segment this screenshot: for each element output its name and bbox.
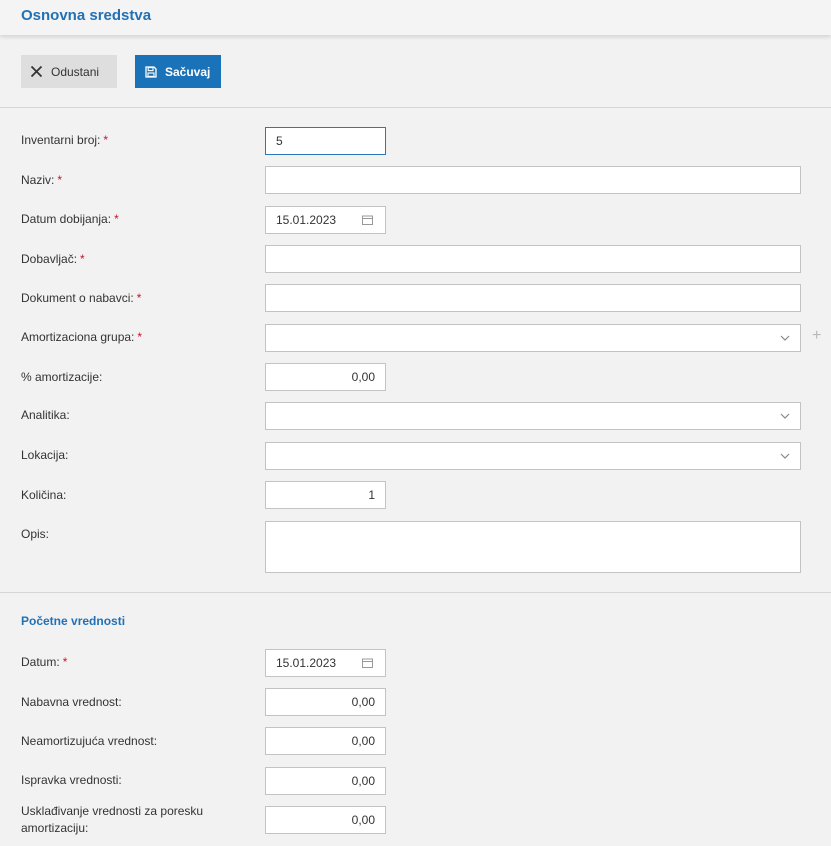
description-label: Opis: xyxy=(21,527,50,541)
name-label: Naziv: * xyxy=(21,173,63,187)
required-marker: * xyxy=(136,291,142,305)
depreciation-percent-label: % amortizacije: xyxy=(21,370,103,384)
initial-values-title: Početne vrednosti xyxy=(21,614,126,628)
non-depreciable-value-input[interactable]: 0,00 xyxy=(265,727,386,755)
name-input[interactable] xyxy=(265,166,801,194)
tax-adjustment-label: Usklađivanje vrednosti za poresku amorti… xyxy=(21,804,204,835)
initial-date-input[interactable]: 15.01.2023 xyxy=(265,649,386,677)
purchase-value-input[interactable]: 0,00 xyxy=(265,688,386,716)
description-textarea[interactable] xyxy=(265,521,801,573)
required-marker: * xyxy=(62,655,68,669)
tax-adjustment-input[interactable]: 0,00 xyxy=(265,806,386,834)
floppy-disk-icon xyxy=(145,65,157,78)
depreciation-percent-input[interactable]: 0,00 xyxy=(265,363,386,391)
calendar-icon[interactable] xyxy=(362,658,373,668)
location-label: Lokacija: xyxy=(21,448,69,462)
acquisition-date-label: Datum dobijanja: * xyxy=(21,212,119,226)
cancel-button[interactable]: Odustani xyxy=(21,55,117,88)
quantity-label: Količina: xyxy=(21,488,67,502)
supplier-label: Dobavljač: * xyxy=(21,252,85,266)
inventory-number-label: Inventarni broj: * xyxy=(21,133,109,147)
chevron-down-icon xyxy=(780,453,790,459)
plus-icon[interactable]: + xyxy=(812,327,821,345)
value-correction-label: Ispravka vrednosti: xyxy=(21,773,122,787)
required-marker: * xyxy=(57,173,63,187)
quantity-input[interactable]: 1 xyxy=(265,481,386,509)
location-select[interactable] xyxy=(265,442,801,470)
non-depreciable-value-label: Neamortizujuća vrednost: xyxy=(21,734,158,748)
save-button-label: Sačuvaj xyxy=(165,64,211,79)
value-correction-input[interactable]: 0,00 xyxy=(265,767,386,795)
analytics-select[interactable] xyxy=(265,402,801,430)
purchase-document-input[interactable] xyxy=(265,284,801,312)
supplier-input[interactable] xyxy=(265,245,801,273)
page-header: Osnovna sredstva xyxy=(0,0,831,35)
required-marker: * xyxy=(103,133,109,147)
depreciation-group-select[interactable] xyxy=(265,324,801,352)
close-icon xyxy=(30,65,43,78)
required-marker: * xyxy=(80,252,85,266)
section-divider xyxy=(0,592,831,593)
cancel-button-label: Odustani xyxy=(51,64,100,79)
analytics-label: Analitika: xyxy=(21,408,70,422)
save-button[interactable]: Sačuvaj xyxy=(135,55,221,88)
chevron-down-icon xyxy=(780,335,790,341)
acquisition-date-input[interactable]: 15.01.2023 xyxy=(265,206,386,234)
initial-date-label: Datum: * xyxy=(21,655,68,669)
purchase-document-label: Dokument o nabavci: * xyxy=(21,291,142,305)
required-marker: * xyxy=(114,212,119,226)
depreciation-group-label: Amortizaciona grupa: * xyxy=(21,330,143,344)
calendar-icon[interactable] xyxy=(362,215,373,225)
toolbar-divider xyxy=(0,107,831,108)
purchase-value-label: Nabavna vrednost: xyxy=(21,695,122,709)
inventory-number-input[interactable]: 5 xyxy=(265,127,386,155)
page-title: Osnovna sredstva xyxy=(21,7,152,24)
chevron-down-icon xyxy=(780,413,790,419)
required-marker: * xyxy=(137,330,143,344)
